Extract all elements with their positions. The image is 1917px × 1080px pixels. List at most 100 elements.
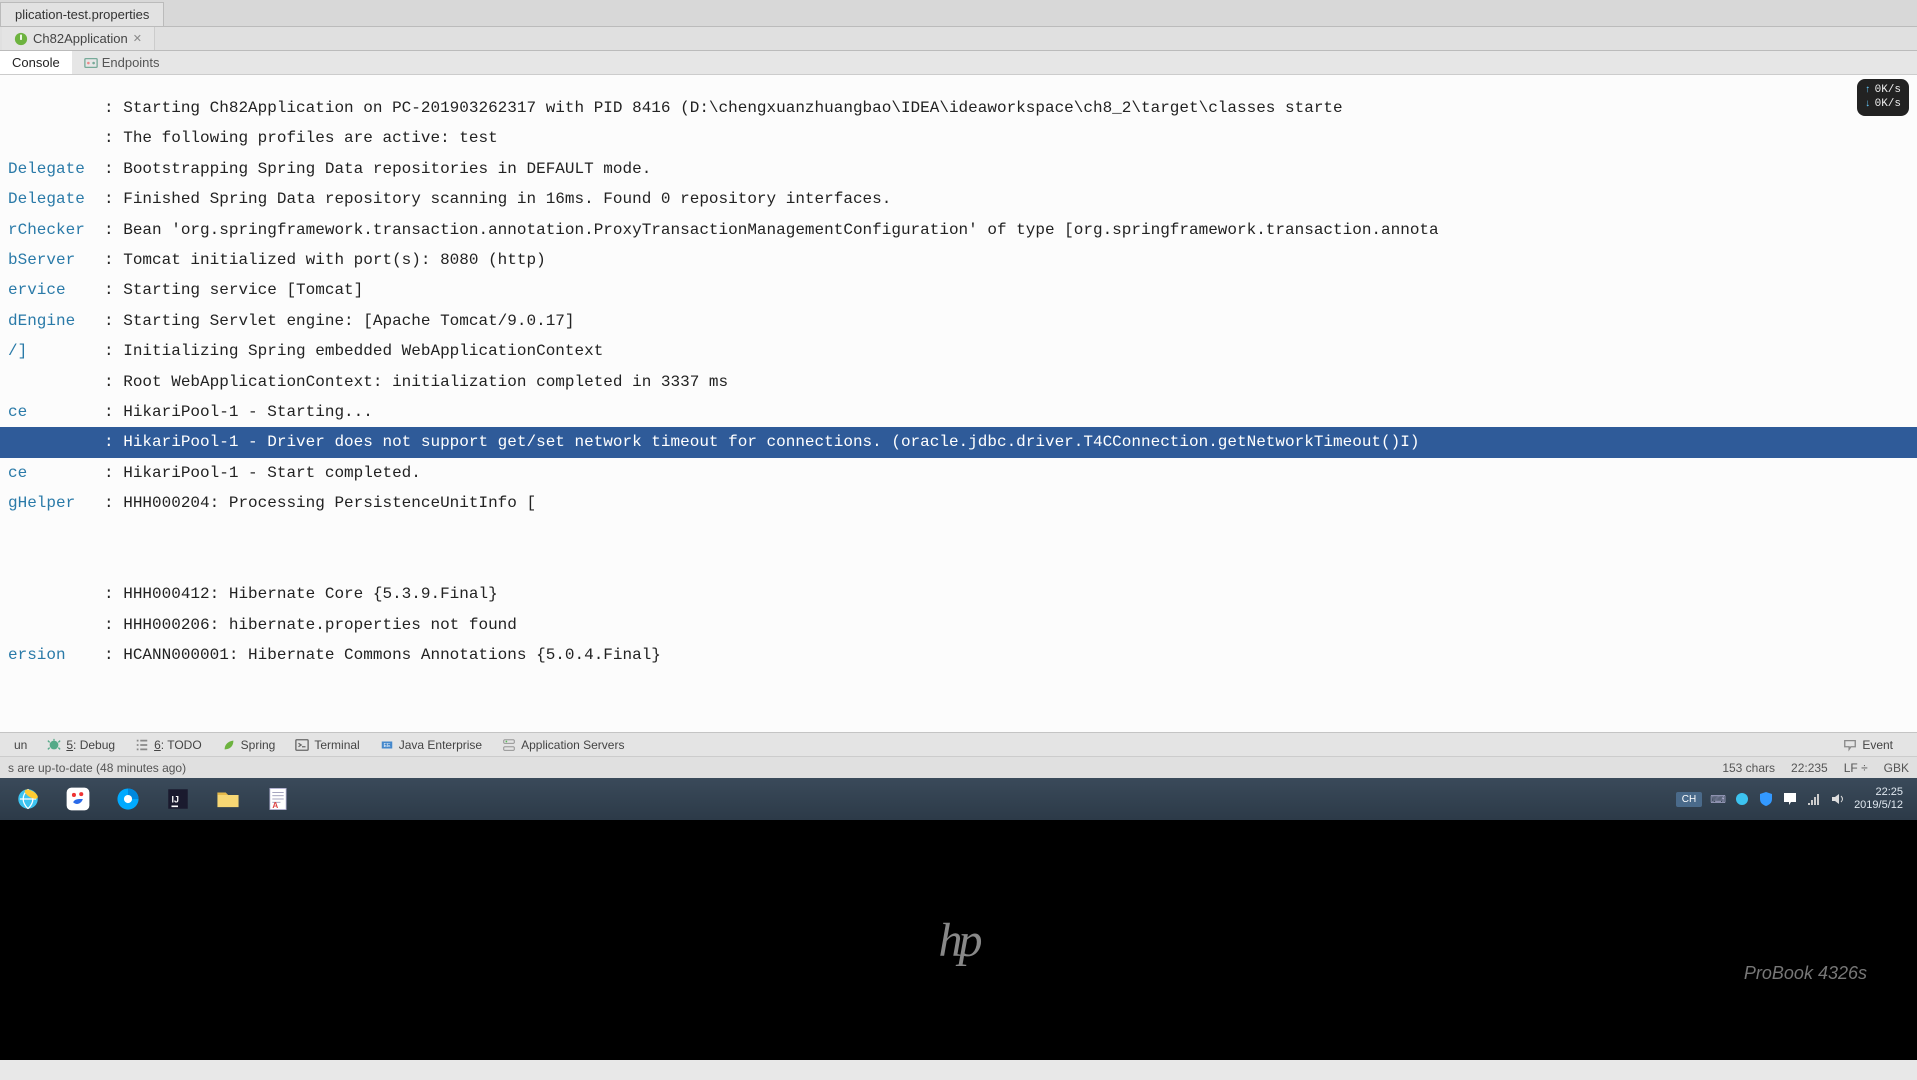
tray-icon-1[interactable]: ⌨: [1710, 793, 1726, 806]
log-logger-name: rChecker: [8, 221, 104, 239]
console-line[interactable]: ce : HikariPool-1 - Starting...: [0, 397, 1917, 427]
log-message: : HikariPool-1 - Driver does not support…: [104, 433, 1419, 451]
tool-spring[interactable]: Spring: [212, 736, 286, 754]
bug-icon: [47, 738, 61, 752]
log-message: : Starting service [Tomcat]: [104, 281, 363, 299]
status-caret-position[interactable]: 22:235: [1791, 761, 1828, 775]
log-message: : HHH000206: hibernate.properties not fo…: [104, 616, 517, 634]
console-line[interactable]: : HHH000412: Hibernate Core {5.3.9.Final…: [0, 579, 1917, 609]
console-line[interactable]: rChecker : Bean 'org.springframework.tra…: [0, 215, 1917, 245]
server-icon: [502, 738, 516, 752]
console-line[interactable]: dEngine : Starting Servlet engine: [Apac…: [0, 306, 1917, 336]
taskbar-ie[interactable]: [4, 780, 52, 818]
status-message: s are up-to-date (48 minutes ago): [8, 761, 186, 775]
log-message: : Finished Spring Data repository scanni…: [104, 190, 891, 208]
log-logger-name: ce: [8, 464, 104, 482]
volume-icon[interactable]: [1830, 791, 1846, 807]
console-line[interactable]: : Starting Ch82Application on PC-2019032…: [0, 93, 1917, 123]
log-message: : Bootstrapping Spring Data repositories…: [104, 160, 651, 178]
internet-explorer-icon: [15, 786, 41, 812]
hp-logo: hp: [939, 913, 979, 968]
console-line[interactable]: [0, 549, 1917, 579]
log-message: : Tomcat initialized with port(s): 8080 …: [104, 251, 546, 269]
tool-run-label: un: [14, 738, 27, 752]
log-message: : Bean 'org.springframework.transaction.…: [104, 221, 1439, 239]
log-message: : HikariPool-1 - Start completed.: [104, 464, 421, 482]
console-line[interactable]: : HHH000206: hibernate.properties not fo…: [0, 610, 1917, 640]
tool-spring-label: Spring: [241, 738, 276, 752]
log-logger-name: /]: [8, 342, 104, 360]
tool-terminal[interactable]: Terminal: [285, 736, 369, 754]
ime-indicator[interactable]: CH: [1676, 792, 1702, 807]
wifi-icon[interactable]: [1806, 791, 1822, 807]
log-message: : Starting Ch82Application on PC-2019032…: [104, 99, 1343, 117]
tool-debug-label: 5: Debug: [66, 738, 115, 752]
status-line-separator[interactable]: LF ÷: [1844, 761, 1868, 775]
download-icon: ↓: [1865, 98, 1871, 111]
log-logger-name: [8, 616, 104, 634]
tool-run[interactable]: un: [4, 736, 37, 754]
log-logger-name: ervice: [8, 281, 104, 299]
log-logger-name: [8, 99, 104, 117]
console-line[interactable]: gHelper : HHH000204: Processing Persiste…: [0, 488, 1917, 518]
tool-javaee-label: Java Enterprise: [399, 738, 482, 752]
log-logger-name: ersion: [8, 646, 104, 664]
tool-appservers[interactable]: Application Servers: [492, 736, 634, 754]
console-line[interactable]: ersion : HCANN000001: Hibernate Commons …: [0, 640, 1917, 670]
console-line[interactable]: ce : HikariPool-1 - Start completed.: [0, 458, 1917, 488]
system-tray: CH ⌨ 22:25 2019/5/12: [1676, 786, 1913, 812]
taskbar-edge[interactable]: [104, 780, 152, 818]
log-logger-name: Delegate: [8, 190, 104, 208]
console-line[interactable]: bServer : Tomcat initialized with port(s…: [0, 245, 1917, 275]
tab-console[interactable]: Console: [0, 51, 72, 74]
clock-date: 2019/5/12: [1854, 799, 1903, 812]
taskbar-notepad[interactable]: A: [254, 780, 302, 818]
taskbar-baidu[interactable]: [54, 780, 102, 818]
intellij-icon: IJ: [165, 786, 191, 812]
tray-internet-icon[interactable]: [1734, 791, 1750, 807]
clock[interactable]: 22:25 2019/5/12: [1854, 786, 1903, 812]
taskbar-explorer[interactable]: [204, 780, 252, 818]
log-message: : Initializing Spring embedded WebApplic…: [104, 342, 603, 360]
svg-text:A: A: [272, 801, 278, 810]
console-line[interactable]: /] : Initializing Spring embedded WebApp…: [0, 336, 1917, 366]
tool-terminal-label: Terminal: [314, 738, 359, 752]
ide-window: plication-test.properties Ch82Applicatio…: [0, 0, 1917, 778]
log-message: : Root WebApplicationContext: initializa…: [104, 373, 728, 391]
console-line[interactable]: Delegate : Finished Spring Data reposito…: [0, 184, 1917, 214]
log-message: : HHH000204: Processing PersistenceUnitI…: [104, 494, 536, 512]
status-encoding[interactable]: GBK: [1884, 761, 1909, 775]
edge-icon: [115, 786, 141, 812]
windows-taskbar[interactable]: IJ A CH ⌨ 22:25 2019/5/12: [0, 778, 1917, 820]
log-logger-name: dEngine: [8, 312, 104, 330]
run-tab-app[interactable]: Ch82Application ✕: [2, 27, 155, 50]
console-line[interactable]: [0, 518, 1917, 548]
tray-shield-icon[interactable]: [1758, 791, 1774, 807]
tool-debug[interactable]: 5: Debug: [37, 736, 125, 754]
taskbar-intellij[interactable]: IJ: [154, 780, 202, 818]
close-icon[interactable]: ✕: [133, 32, 142, 45]
tab-endpoints[interactable]: Endpoints: [72, 51, 172, 74]
log-logger-name: [8, 585, 104, 603]
tool-event-label: Event: [1862, 738, 1893, 752]
tool-todo[interactable]: 6: TODO: [125, 736, 212, 754]
notepad-icon: A: [265, 786, 291, 812]
tab-endpoints-label: Endpoints: [102, 55, 160, 70]
console-line[interactable]: : Root WebApplicationContext: initializa…: [0, 367, 1917, 397]
spring-leaf-icon: [222, 738, 236, 752]
clock-time: 22:25: [1875, 786, 1903, 799]
console-line[interactable]: ervice : Starting service [Tomcat]: [0, 275, 1917, 305]
log-logger-name: ce: [8, 403, 104, 421]
tool-javaee[interactable]: EE Java Enterprise: [370, 736, 492, 754]
terminal-icon: [295, 738, 309, 752]
file-tab-properties[interactable]: plication-test.properties: [0, 2, 164, 26]
console-line[interactable]: : The following profiles are active: tes…: [0, 123, 1917, 153]
console-line[interactable]: Delegate : Bootstrapping Spring Data rep…: [0, 154, 1917, 184]
tool-event-log[interactable]: Event: [1833, 736, 1903, 754]
console-line[interactable]: : HikariPool-1 - Driver does not support…: [0, 427, 1917, 457]
log-message: : HikariPool-1 - Starting...: [104, 403, 373, 421]
tray-action-icon[interactable]: [1782, 791, 1798, 807]
log-message: : HHH000412: Hibernate Core {5.3.9.Final…: [104, 585, 498, 603]
console-output[interactable]: ↑0K/s ↓0K/s : Starting Ch82Application o…: [0, 75, 1917, 732]
log-message: : HCANN000001: Hibernate Commons Annotat…: [104, 646, 661, 664]
